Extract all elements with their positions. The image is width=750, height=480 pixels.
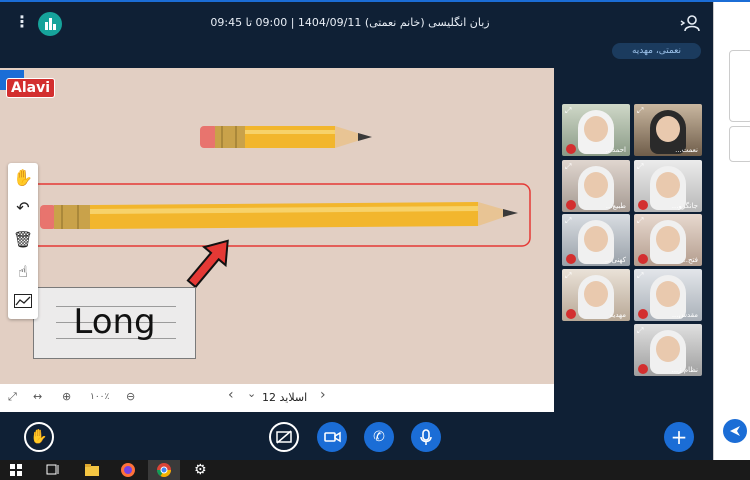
participant-name: احمد... <box>605 146 626 154</box>
raise-hand-icon[interactable]: ✋ <box>24 422 54 452</box>
participant-name: فتح... <box>681 256 698 264</box>
short-pencil <box>200 126 372 148</box>
long-pencil <box>40 202 518 229</box>
windows-start-icon[interactable] <box>8 462 24 478</box>
red-arrow <box>186 239 229 289</box>
participant-video-grid: ⤢ احمد... ⤢ نعمت... ⤢ طبیع... ⤢ جانگرو..… <box>560 104 706 380</box>
send-icon[interactable] <box>723 419 747 443</box>
meeting-title: زبان انگلیسی (خانم نعمتی) 1404/09/11 | 0… <box>210 16 490 29</box>
expand-icon[interactable]: ⤢ <box>8 390 17 404</box>
bar-chart-icon[interactable] <box>38 12 62 36</box>
task-view-icon[interactable] <box>45 462 61 478</box>
participant-tile[interactable]: ⤢ کهنی... <box>562 214 630 266</box>
zoom-out-icon[interactable]: ⊖ <box>126 390 135 403</box>
slide-next-button[interactable]: › <box>320 387 326 403</box>
user-icon[interactable] <box>680 14 700 32</box>
chrome-icon <box>157 463 171 477</box>
expand-icon[interactable]: ⤢ <box>637 271 643 281</box>
participant-name: مهدیه <box>609 311 626 319</box>
participant-tile[interactable]: ⤢ مقدس... <box>634 269 702 321</box>
phone-icon[interactable]: ✆ <box>364 422 394 452</box>
slide-dropdown[interactable]: ⌄ <box>247 387 256 400</box>
screen-share-off-icon[interactable] <box>269 422 299 452</box>
annotation-toolbar: ✋ ↶ 🗑 ☝ <box>8 163 38 319</box>
participant-tile[interactable]: ⤢ طبیع... <box>562 160 630 212</box>
participant-name: نظام ز... <box>671 366 698 374</box>
header: ⋮ زبان انگلیسی (خانم نعمتی) 1404/09/11 |… <box>0 2 713 42</box>
os-taskbar: ⚙ <box>0 460 750 480</box>
zoom-value: ۱۰۰٪ <box>90 392 110 402</box>
expand-icon[interactable]: ⤢ <box>565 271 571 281</box>
expand-icon[interactable]: ⤢ <box>565 106 571 116</box>
expand-icon[interactable]: ⤢ <box>637 326 643 336</box>
undo-icon[interactable]: ↶ <box>11 196 35 220</box>
expand-icon[interactable]: ⤢ <box>565 216 571 226</box>
hand-icon[interactable]: ✋ <box>11 166 35 190</box>
side-panel-box[interactable] <box>729 126 750 162</box>
settings-gear-icon[interactable]: ⚙ <box>194 462 210 478</box>
taskbar-active-app[interactable] <box>148 460 180 480</box>
side-panel-box[interactable] <box>729 50 750 122</box>
participant-tile[interactable]: ⤢ نظام ز... <box>634 324 702 376</box>
zoom-in-icon[interactable]: ⊕ <box>62 390 71 403</box>
meeting-controls-bar: ✋ ✆ + <box>0 412 713 460</box>
firefox-icon[interactable] <box>120 462 136 478</box>
chart-line-icon[interactable] <box>11 291 35 315</box>
file-explorer-icon[interactable] <box>84 462 100 478</box>
participant-name: مقدس... <box>671 311 698 319</box>
word-card: Long <box>33 287 196 359</box>
pointer-hand-icon[interactable]: ☝ <box>11 260 35 284</box>
expand-icon[interactable]: ⤢ <box>637 216 643 226</box>
side-panel <box>713 2 750 460</box>
participant-name: کهنی... <box>604 256 626 264</box>
expand-icon[interactable]: ⤢ <box>637 162 643 172</box>
participant-name: طبیع... <box>605 202 626 210</box>
expand-icon[interactable]: ⤢ <box>637 106 643 116</box>
slide-canvas <box>0 68 554 412</box>
dots-vertical-icon[interactable]: ⋮ <box>14 14 30 30</box>
expand-icon[interactable]: ⤢ <box>565 162 571 172</box>
presenter-name-pill[interactable]: نعمتی، مهدیه <box>612 43 701 59</box>
participant-name: نعمت... <box>675 146 698 154</box>
participant-tile[interactable]: ⤢ مهدیه <box>562 269 630 321</box>
slide-number-label[interactable]: اسلاید 12 <box>262 391 307 404</box>
video-camera-icon[interactable] <box>317 422 347 452</box>
school-logo-badge: Alavi <box>6 78 56 98</box>
participant-tile[interactable]: ⤢ جانگرو... <box>634 160 702 212</box>
word-card-text: Long <box>73 302 156 342</box>
slide-prev-button[interactable]: ‹ <box>228 387 234 403</box>
plus-icon[interactable]: + <box>664 422 694 452</box>
participant-name: جانگرو... <box>671 202 698 210</box>
participant-tile[interactable]: ⤢ احمد... <box>562 104 630 156</box>
participant-tile[interactable]: ⤢ نعمت... <box>634 104 702 156</box>
microphone-icon[interactable] <box>411 422 441 452</box>
arrows-horizontal-icon[interactable]: ↔ <box>33 390 42 403</box>
participant-tile[interactable]: ⤢ فتح... <box>634 214 702 266</box>
trash-icon[interactable]: 🗑 <box>11 228 35 252</box>
